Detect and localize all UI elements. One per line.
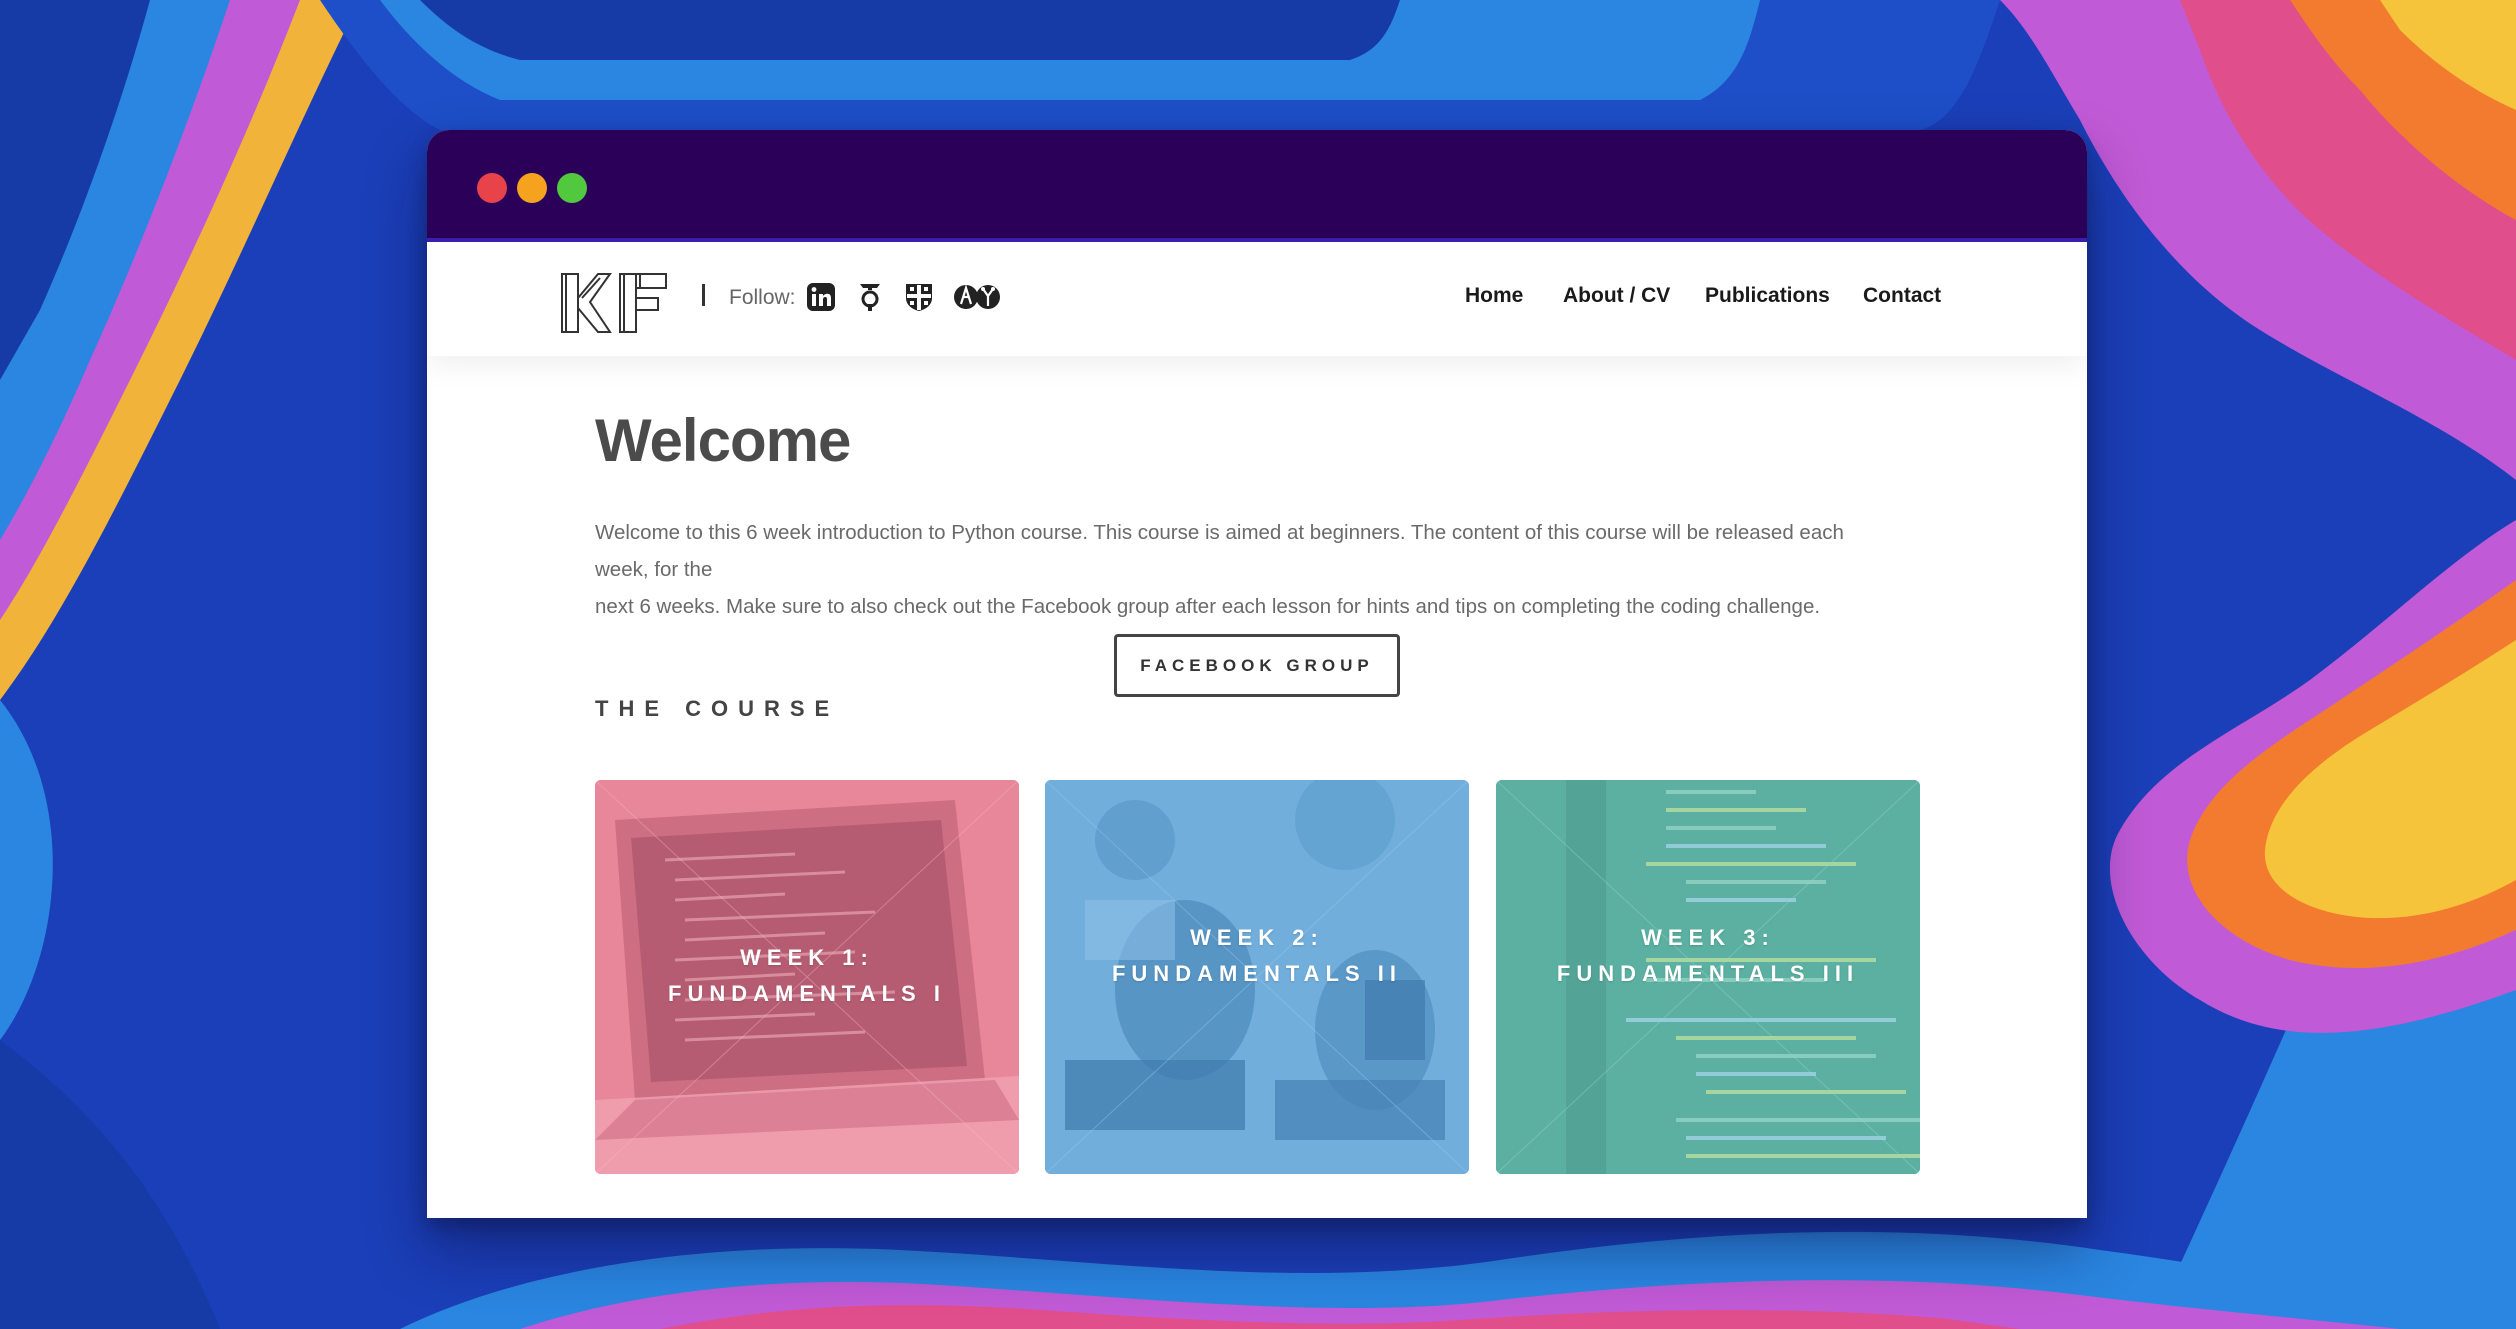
nav-contact[interactable]: Contact — [1863, 284, 1941, 308]
main-content: Welcome Welcome to this 6 week introduct… — [427, 356, 2087, 1218]
kf-monogram-logo[interactable] — [560, 268, 670, 338]
course-card-week-3[interactable]: WEEK 3: FUNDAMENTALS III — [1496, 780, 1920, 1174]
card-topic-label: FUNDAMENTALS III — [1556, 961, 1860, 986]
linkedin-icon[interactable] — [807, 282, 835, 312]
close-window-button[interactable] — [477, 173, 507, 203]
course-card-week-2[interactable]: WEEK 2: FUNDAMENTALS II — [1045, 780, 1469, 1174]
section-title: THE COURSE — [595, 696, 840, 721]
browser-window: Follow: Home About / CV Publications Con… — [427, 130, 2087, 1218]
course-card-week-1[interactable]: WEEK 1: FUNDAMENTALS I — [595, 780, 1019, 1174]
site-header: Follow: Home About / CV Publications Con… — [427, 242, 2087, 356]
nav-publications[interactable]: Publications — [1705, 284, 1830, 308]
window-titlebar — [427, 130, 2087, 242]
maximize-window-button[interactable] — [557, 173, 587, 203]
intro-line-2: next 6 weeks. Make sure to also check ou… — [595, 595, 1821, 618]
intro-paragraph: Welcome to this 6 week introduction to P… — [595, 514, 1895, 625]
card-topic-label: FUNDAMENTALS II — [1111, 961, 1403, 986]
card-topic-label: FUNDAMENTALS I — [668, 981, 946, 1006]
researchgate-icon[interactable] — [954, 282, 1002, 312]
card-week-label: WEEK 1: — [740, 945, 874, 970]
card-label: WEEK 2: FUNDAMENTALS II — [1045, 920, 1469, 992]
nav-about-cv[interactable]: About / CV — [1563, 284, 1670, 308]
university-crest-icon[interactable] — [904, 282, 934, 312]
intro-line-1: Welcome to this 6 week introduction to P… — [595, 521, 1844, 581]
nav-home[interactable]: Home — [1465, 284, 1523, 308]
header-separator — [702, 284, 705, 306]
page-title: Welcome — [595, 407, 851, 474]
google-scholar-icon[interactable] — [857, 282, 883, 312]
follow-label: Follow: — [729, 286, 796, 309]
facebook-group-button[interactable]: FACEBOOK GROUP — [1114, 634, 1400, 697]
card-label: WEEK 3: FUNDAMENTALS III — [1496, 920, 1920, 992]
card-week-label: WEEK 2: — [1190, 925, 1324, 950]
card-label: WEEK 1: FUNDAMENTALS I — [595, 940, 1019, 1012]
minimize-window-button[interactable] — [517, 173, 547, 203]
card-week-label: WEEK 3: — [1641, 925, 1775, 950]
